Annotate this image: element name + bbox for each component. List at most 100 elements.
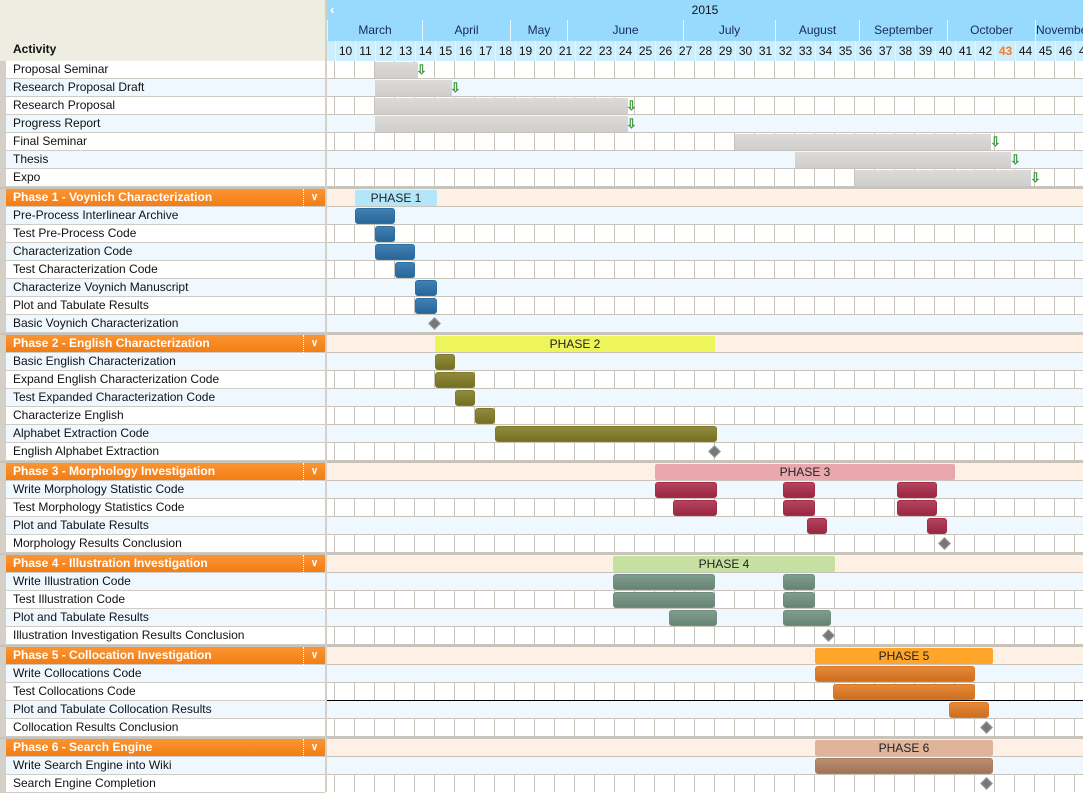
- phase-row[interactable]: Phase 3 - Morphology Investigation ∨: [0, 463, 325, 481]
- activity-row[interactable]: Thesis: [0, 151, 325, 169]
- task-bar[interactable]: [395, 262, 415, 278]
- task-bar[interactable]: [375, 226, 395, 242]
- activity-row[interactable]: Test Expanded Characterization Code: [0, 389, 325, 407]
- activity-row[interactable]: Proposal Seminar: [0, 61, 325, 79]
- chevron-down-icon[interactable]: ∨: [303, 739, 325, 757]
- phase-bar[interactable]: PHASE 2: [435, 336, 715, 352]
- activity-label: Expo: [13, 170, 41, 184]
- activity-row[interactable]: Illustration Investigation Results Concl…: [0, 627, 325, 645]
- phase-row[interactable]: Phase 1 - Voynich Characterization ∨: [0, 189, 325, 207]
- chevron-down-icon[interactable]: ∨: [303, 647, 325, 665]
- activity-label: Research Proposal: [13, 98, 116, 112]
- task-bar[interactable]: [783, 610, 831, 626]
- activity-row[interactable]: Final Seminar: [0, 133, 325, 151]
- deadline-bar[interactable]: [375, 62, 418, 78]
- activity-row[interactable]: Expo: [0, 169, 325, 187]
- task-bar[interactable]: [833, 684, 975, 700]
- milestone-diamond-icon[interactable]: [428, 317, 441, 330]
- activity-row[interactable]: Collocation Results Conclusion: [0, 719, 325, 737]
- task-bar[interactable]: [613, 592, 715, 608]
- activity-row[interactable]: Research Proposal: [0, 97, 325, 115]
- deadline-bar[interactable]: [375, 116, 628, 132]
- phase-bar[interactable]: PHASE 5: [815, 648, 993, 664]
- phase-bar[interactable]: PHASE 4: [613, 556, 835, 572]
- activity-row[interactable]: Test Characterization Code: [0, 261, 325, 279]
- chevron-left-icon[interactable]: ‹: [330, 0, 334, 19]
- activity-row[interactable]: English Alphabet Extraction: [0, 443, 325, 461]
- task-timeline-row: [327, 535, 1083, 553]
- milestone-diamond-icon[interactable]: [822, 629, 835, 642]
- activity-row[interactable]: Progress Report: [0, 115, 325, 133]
- task-bar[interactable]: [783, 500, 815, 516]
- activity-row[interactable]: Plot and Tabulate Results: [0, 297, 325, 315]
- activity-row[interactable]: Test Morphology Statistics Code: [0, 499, 325, 517]
- task-bar[interactable]: [415, 298, 437, 314]
- activity-row[interactable]: Basic English Characterization: [0, 353, 325, 371]
- task-bar[interactable]: [655, 482, 717, 498]
- task-bar[interactable]: [475, 408, 495, 424]
- chevron-down-icon[interactable]: ∨: [303, 189, 325, 207]
- phase-bar[interactable]: PHASE 3: [655, 464, 955, 480]
- task-bar[interactable]: [613, 574, 715, 590]
- chevron-down-icon[interactable]: ∨: [303, 335, 325, 353]
- chevron-down-icon[interactable]: ∨: [303, 555, 325, 573]
- deadline-bar[interactable]: [375, 80, 452, 96]
- task-bar[interactable]: [783, 574, 815, 590]
- activity-row[interactable]: Plot and Tabulate Results: [0, 609, 325, 627]
- activity-row[interactable]: Test Illustration Code: [0, 591, 325, 609]
- activity-row[interactable]: Alphabet Extraction Code: [0, 425, 325, 443]
- task-bar[interactable]: [815, 666, 975, 682]
- activity-row[interactable]: Morphology Results Conclusion: [0, 535, 325, 553]
- activity-row[interactable]: Write Collocations Code: [0, 665, 325, 683]
- task-bar[interactable]: [495, 426, 717, 442]
- activity-row[interactable]: Test Collocations Code: [0, 683, 325, 701]
- task-bar[interactable]: [673, 500, 717, 516]
- task-bar[interactable]: [415, 280, 437, 296]
- task-bar[interactable]: [897, 500, 937, 516]
- activity-row[interactable]: Expand English Characterization Code: [0, 371, 325, 389]
- task-bar[interactable]: [783, 592, 815, 608]
- milestone-diamond-icon[interactable]: [980, 721, 993, 734]
- milestone-diamond-icon[interactable]: [938, 537, 951, 550]
- activity-label: Pre-Process Interlinear Archive: [13, 208, 179, 222]
- activity-row[interactable]: Research Proposal Draft: [0, 79, 325, 97]
- activity-row[interactable]: Plot and Tabulate Collocation Results: [0, 701, 325, 719]
- phase-row[interactable]: Phase 6 - Search Engine ∨: [0, 739, 325, 757]
- activity-row[interactable]: Pre-Process Interlinear Archive: [0, 207, 325, 225]
- task-bar[interactable]: [949, 702, 989, 718]
- deadline-bar[interactable]: [855, 170, 1031, 186]
- task-bar[interactable]: [815, 758, 993, 774]
- phase-row[interactable]: Phase 4 - Illustration Investigation ∨: [0, 555, 325, 573]
- task-bar[interactable]: [669, 610, 717, 626]
- activity-row[interactable]: Write Illustration Code: [0, 573, 325, 591]
- task-bar[interactable]: [455, 390, 475, 406]
- phase-bar[interactable]: PHASE 6: [815, 740, 993, 756]
- milestone-diamond-icon[interactable]: [980, 777, 993, 790]
- activity-row[interactable]: Basic Voynich Characterization: [0, 315, 325, 333]
- phase-label: Phase 5 - Collocation Investigation: [13, 648, 212, 662]
- task-bar[interactable]: [807, 518, 827, 534]
- activity-row[interactable]: Plot and Tabulate Results: [0, 517, 325, 535]
- activity-row[interactable]: Characterize Voynich Manuscript: [0, 279, 325, 297]
- milestone-diamond-icon[interactable]: [708, 445, 721, 458]
- task-bar[interactable]: [783, 482, 815, 498]
- activity-row[interactable]: Test Pre-Process Code: [0, 225, 325, 243]
- task-bar[interactable]: [435, 372, 475, 388]
- task-bar[interactable]: [355, 208, 395, 224]
- deadline-bar[interactable]: [795, 152, 1011, 168]
- deadline-bar[interactable]: [375, 98, 628, 114]
- phase-row[interactable]: Phase 2 - English Characterization ∨: [0, 335, 325, 353]
- activity-row[interactable]: Write Morphology Statistic Code: [0, 481, 325, 499]
- task-bar[interactable]: [897, 482, 937, 498]
- task-bar[interactable]: [435, 354, 455, 370]
- activity-row[interactable]: Characterize English: [0, 407, 325, 425]
- phase-row[interactable]: Phase 5 - Collocation Investigation ∨: [0, 647, 325, 665]
- activity-row[interactable]: Search Engine Completion: [0, 775, 325, 793]
- activity-row[interactable]: Characterization Code: [0, 243, 325, 261]
- chevron-down-icon[interactable]: ∨: [303, 463, 325, 481]
- task-bar[interactable]: [927, 518, 947, 534]
- task-bar[interactable]: [375, 244, 415, 260]
- activity-row[interactable]: Write Search Engine into Wiki: [0, 757, 325, 775]
- phase-bar[interactable]: PHASE 1: [355, 190, 437, 206]
- deadline-bar[interactable]: [735, 134, 991, 150]
